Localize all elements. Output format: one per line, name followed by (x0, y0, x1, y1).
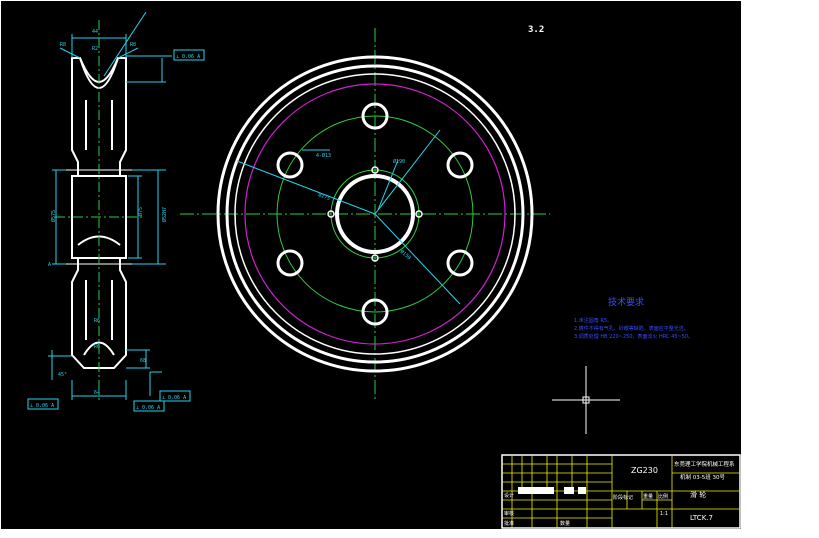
tolerance-frames (27, 49, 205, 412)
dim-low-r: R6 (94, 344, 100, 350)
section-labels: 44 R8 R8 R2 ⊥ 0.06 A Ø75 Ø52H7 Ø575 A R6… (30, 29, 200, 411)
roughness-stamp: 3.2 (528, 25, 544, 35)
dim-hub-dia: Ø75 (137, 207, 144, 216)
label-dia-b: Ø150 (399, 248, 413, 261)
tb-sheet: 1:1 (660, 511, 668, 517)
tech-item-1: 1.未注圆角 R5。 (574, 317, 612, 324)
tb-stage-label: 阶段标记 (613, 494, 633, 501)
dim-chamfer: 45° (58, 372, 67, 378)
tb-part-name: 滑 轮 (690, 490, 706, 499)
title-block-fill-2 (564, 487, 574, 494)
dim-left-bevel: R8 (60, 42, 66, 48)
tech-title: 技术要求 (608, 296, 644, 308)
tech-item-2: 2.铸件不得有气孔、砂眼等缺陷，表面应平整光洁。 (574, 325, 689, 332)
tb-class-info: 机制 03-5班 30号 (680, 473, 725, 481)
front-view: 4-Ø13 Ø190 Ø275 Ø150 (180, 28, 550, 400)
tb-approve: 批准 (504, 520, 514, 527)
side-a-label: A (48, 262, 51, 268)
title-block-fill-1 (518, 487, 554, 494)
drawing-svg: 44 R8 R8 R2 ⊥ 0.06 A Ø75 Ø52H7 Ø575 A R6… (0, 0, 742, 530)
tol-right-label: ⊥ 0.06 A (162, 395, 186, 401)
drawing-sheet: 44 R8 R8 R2 ⊥ 0.06 A Ø75 Ø52H7 Ø575 A R6… (0, 0, 819, 538)
dim-mid-r: R6 (94, 318, 100, 324)
section-dimensions (48, 11, 172, 400)
dim-base-width: 64 (94, 390, 100, 396)
tb-qty: 数量 (560, 520, 570, 527)
canvas-border (0, 0, 742, 530)
label-bore: Ø190 (393, 158, 405, 165)
tb-weight-label: 重量 (643, 493, 653, 500)
dim-hub-len: 68 (140, 358, 146, 364)
tech-item-3: 3.调质处理 HB 220~250，表面淬火 HRC 45~50。 (574, 333, 693, 340)
tol-bottom-left-label: ⊥ 0.06 A (30, 403, 54, 409)
front-leaders (236, 129, 461, 305)
tb-scale-label: 比例 (658, 493, 668, 500)
tech-requirements: 技术要求 1.未注圆角 R5。 2.铸件不得有气孔、砂眼等缺陷，表面应平整光洁。… (574, 296, 693, 340)
cad-canvas: 44 R8 R8 R2 ⊥ 0.06 A Ø75 Ø52H7 Ø575 A R6… (0, 0, 742, 530)
tol-bottom-mid-label: ⊥ 0.06 A (136, 405, 160, 411)
label-dia-a: Ø275 (317, 191, 331, 202)
label-bolt-circle: 4-Ø13 (316, 152, 331, 159)
tb-design: 设计 (504, 492, 514, 499)
tb-material: ZG230 (631, 466, 658, 475)
tb-drawing-no: LTCK.7 (690, 514, 713, 522)
tb-check: 审核 (504, 510, 514, 517)
dim-left-dia: Ø575 (50, 210, 57, 222)
tol-top-label: ⊥ 0.06 A (176, 54, 200, 60)
title-block: ZG230 东莞理工学院机械工程系 机制 03-5班 30号 滑 轮 LTCK.… (501, 454, 741, 529)
dim-right-bevel: R8 (130, 42, 136, 48)
dim-groove-radius: R2 (92, 46, 98, 52)
dim-bore-dia: Ø52H7 (161, 207, 168, 222)
ucs-crosshair (552, 366, 620, 434)
title-block-fill-3 (578, 487, 586, 494)
dim-top-width: 44 (92, 29, 98, 35)
tb-school: 东莞理工学院机械工程系 (674, 460, 735, 468)
